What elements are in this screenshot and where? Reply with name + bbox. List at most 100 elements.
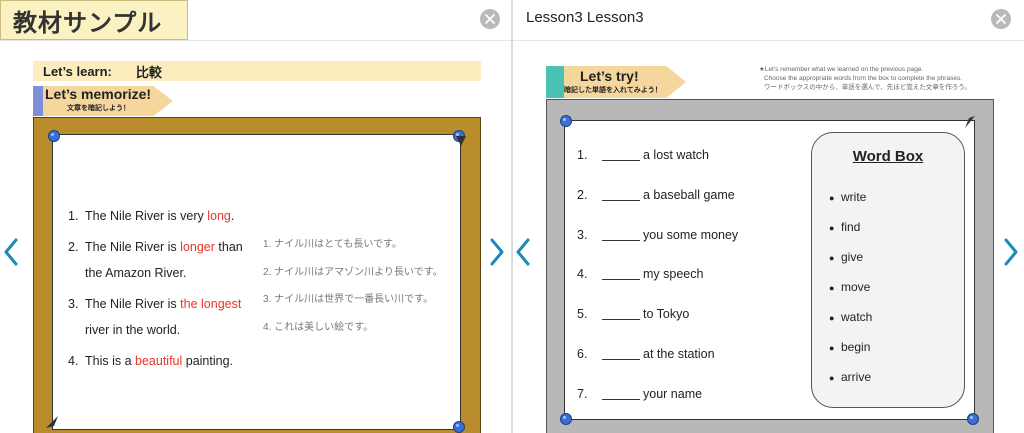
highlight-word: beautiful bbox=[135, 354, 183, 368]
answer-blank[interactable] bbox=[602, 388, 640, 400]
list-item: 3. The Nile River is the longest river in… bbox=[68, 291, 258, 343]
header-divider bbox=[0, 40, 511, 41]
question-item: 7. your name bbox=[577, 387, 702, 401]
item-number: 1. bbox=[68, 209, 79, 223]
item-number: 4. bbox=[577, 267, 588, 281]
chevron-right-icon bbox=[490, 238, 504, 266]
question-item: 1. a lost watch bbox=[577, 148, 709, 162]
word-text: give bbox=[841, 250, 864, 264]
list-item: 4. This is a beautiful painting. bbox=[68, 348, 258, 374]
left-panel: 教材サンプル Let’s learn: 比較 Let’s memorize! 文… bbox=[0, 0, 511, 433]
learn-strip: Let’s learn: 比較 bbox=[33, 61, 481, 81]
close-icon bbox=[485, 14, 495, 24]
corner-icon bbox=[456, 136, 466, 146]
prev-page-button[interactable] bbox=[4, 238, 18, 271]
try-title: Let’s try! bbox=[580, 68, 639, 84]
word-text: watch bbox=[841, 310, 873, 324]
question-item: 2. a baseball game bbox=[577, 188, 735, 202]
sentence-text: This is a bbox=[85, 354, 136, 368]
highlight-word: long bbox=[207, 209, 231, 223]
memorize-title: Let’s memorize! bbox=[45, 86, 152, 102]
answer-blank[interactable] bbox=[602, 229, 640, 241]
chevron-left-icon bbox=[4, 238, 18, 266]
learn-topic: 比較 bbox=[135, 64, 162, 80]
word-box: Word Box ● write ● find ● give ● move ● watch… bbox=[811, 132, 965, 408]
answer-blank[interactable] bbox=[602, 189, 640, 201]
highlight-word: the longest bbox=[180, 297, 242, 311]
memorize-subtitle: 文章を暗記しよう！ bbox=[67, 105, 130, 112]
prev-page-button[interactable] bbox=[516, 238, 530, 271]
question-text: my speech bbox=[643, 267, 704, 281]
word-item[interactable]: ● watch bbox=[829, 303, 872, 333]
word-item[interactable]: ● move bbox=[829, 273, 872, 303]
close-button[interactable] bbox=[991, 9, 1011, 29]
answer-blank[interactable] bbox=[602, 149, 640, 161]
close-button[interactable] bbox=[480, 9, 500, 29]
question-text: to Tokyo bbox=[643, 307, 690, 321]
right-panel: Lesson3 Lesson3 Let’s try! 暗記した単語を入れてみよう… bbox=[513, 0, 1024, 433]
item-number: 6. bbox=[577, 347, 588, 361]
pin-icon bbox=[453, 421, 465, 433]
question-text: you some money bbox=[643, 228, 739, 242]
word-item[interactable]: ● write bbox=[829, 183, 872, 213]
instructions: ★Let's remember what we learned on the p… bbox=[759, 65, 999, 92]
word-box-list: ● write ● find ● give ● move ● watch ● begin ●… bbox=[829, 183, 872, 393]
word-item[interactable]: ● begin bbox=[829, 333, 872, 363]
close-icon bbox=[996, 14, 1006, 24]
highlight-word: longer bbox=[180, 240, 215, 254]
sentence-text: The Nile River is bbox=[85, 240, 181, 254]
sentence-text: painting. bbox=[182, 354, 234, 368]
word-item[interactable]: ● arrive bbox=[829, 363, 872, 393]
lesson-title: Lesson3 Lesson3 bbox=[526, 9, 644, 26]
japanese-item: 3. ナイル川は世界で一番長い川です。 bbox=[263, 294, 434, 305]
word-text: arrive bbox=[841, 370, 872, 384]
japanese-item: 4. これは美しい絵です。 bbox=[263, 321, 374, 333]
corner-icon bbox=[46, 416, 58, 428]
question-text: a baseball game bbox=[643, 188, 735, 202]
chevron-left-icon bbox=[516, 238, 530, 266]
instruction-line: Choose the appropriate words from the bo… bbox=[764, 75, 962, 82]
word-box-title: Word Box bbox=[852, 148, 924, 165]
item-number: 3. bbox=[577, 228, 588, 242]
item-number: 1. bbox=[577, 148, 588, 162]
answer-blank[interactable] bbox=[602, 348, 640, 360]
try-subtitle: 暗記した単語を入れてみよう！ bbox=[564, 87, 662, 94]
question-item: 5. to Tokyo bbox=[577, 307, 689, 321]
word-item[interactable]: ● find bbox=[829, 213, 872, 243]
chevron-right-icon bbox=[1004, 238, 1018, 266]
word-text: begin bbox=[841, 340, 871, 354]
japanese-item: 2. ナイル川はアマゾン川より長いです。 bbox=[263, 266, 443, 278]
next-page-button[interactable] bbox=[490, 238, 504, 271]
pin-icon bbox=[560, 413, 572, 425]
pin-icon bbox=[48, 130, 60, 142]
japanese-item: 1. ナイル川はとても長いです。 bbox=[263, 239, 403, 250]
japanese-list: 1. ナイル川はとても長いです。 2. ナイル川はアマゾン川より長いです。 3.… bbox=[263, 231, 443, 341]
sentence-list: 1. The Nile River is very long. 2. The Nil… bbox=[68, 203, 258, 374]
item-number: 5. bbox=[577, 307, 588, 321]
item-number: 3. bbox=[68, 297, 79, 311]
sentence-text: The Nile River is very bbox=[85, 209, 208, 223]
item-number: 7. bbox=[577, 387, 588, 401]
try-banner: Let’s try! 暗記した単語を入れてみよう！ bbox=[546, 66, 686, 98]
word-text: find bbox=[841, 220, 861, 234]
question-text: a lost watch bbox=[643, 148, 710, 162]
question-item: 4. my speech bbox=[577, 267, 703, 281]
question-text: your name bbox=[643, 387, 703, 401]
list-item: 2. The Nile River is longer than the Amaz… bbox=[68, 234, 258, 286]
pin-icon bbox=[967, 413, 979, 425]
item-number: 2. bbox=[577, 188, 588, 202]
answer-blank[interactable] bbox=[602, 268, 640, 280]
next-page-button[interactable] bbox=[1004, 238, 1018, 271]
answer-blank[interactable] bbox=[602, 308, 640, 320]
word-text: write bbox=[841, 190, 867, 204]
question-item: 6. at the station bbox=[577, 347, 715, 361]
question-item: 3. you some money bbox=[577, 228, 738, 242]
word-text: move bbox=[841, 280, 871, 294]
item-number: 2. bbox=[68, 240, 79, 254]
instruction-line: ワードボックスの中から、単語を選んで、先ほど覚えた文章を作ろう。 bbox=[764, 84, 971, 91]
memorize-banner: Let’s memorize! 文章を暗記しよう！ bbox=[33, 86, 173, 116]
word-item[interactable]: ● give bbox=[829, 243, 872, 273]
item-number: 4. bbox=[68, 354, 79, 368]
sample-label: 教材サンプル bbox=[0, 0, 188, 40]
pin-icon bbox=[560, 115, 572, 127]
